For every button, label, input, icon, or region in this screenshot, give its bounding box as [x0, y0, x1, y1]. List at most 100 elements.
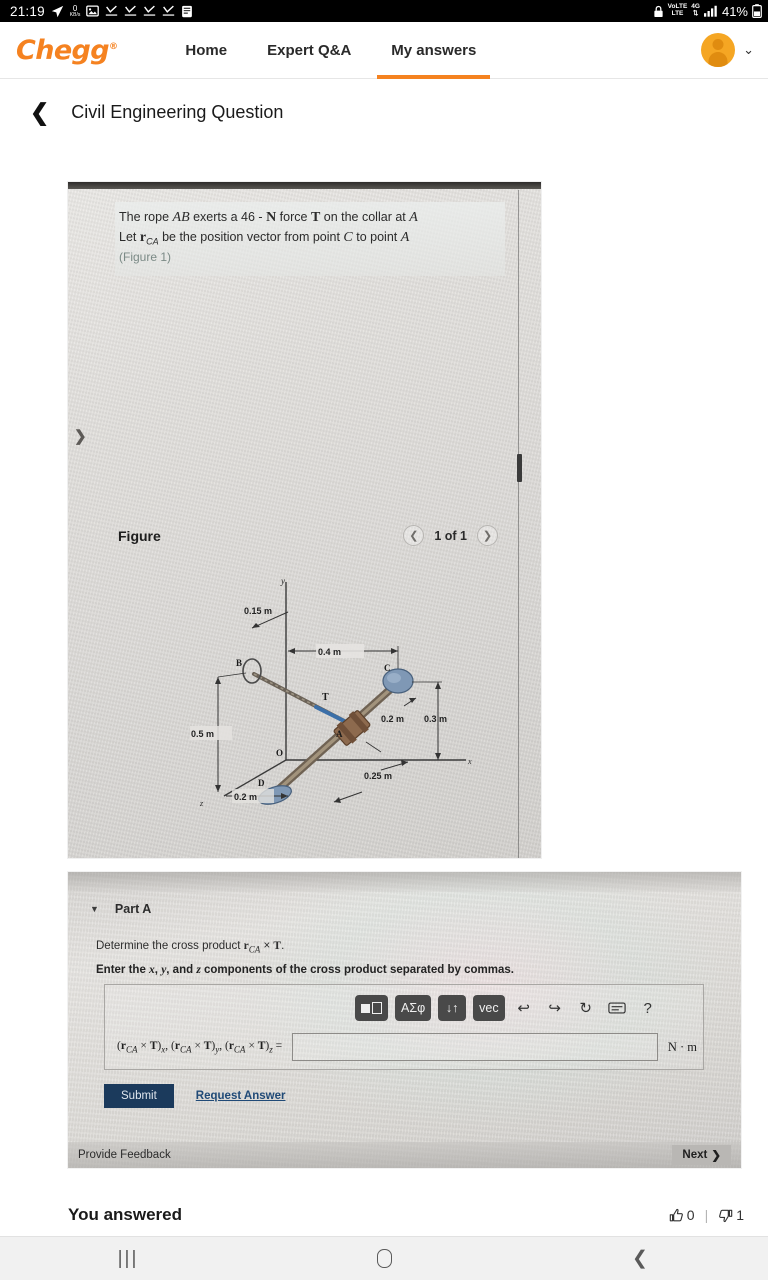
tab-my-answers[interactable]: My answers	[371, 22, 496, 79]
home-icon	[376, 1249, 392, 1268]
laptop-bezel	[68, 182, 541, 189]
thumbs-down-count: 1	[736, 1207, 744, 1223]
statement-n: N	[266, 210, 277, 225]
engineering-diagram: y x z 0.15 m 0.4 m T B C D A 0.5 m O 0.3…	[176, 574, 506, 824]
thumbs-up-count: 0	[686, 1207, 695, 1223]
brand-registered-mark: ®	[109, 41, 118, 52]
collapse-caret-icon[interactable]: ▼	[90, 904, 99, 914]
undo-icon[interactable]: ↩	[512, 996, 536, 1020]
thumbs-down-icon	[719, 1209, 733, 1222]
account-menu[interactable]: ⌄	[701, 33, 768, 67]
scrollbar-thumb[interactable]	[517, 454, 522, 482]
statement-text-f: to point	[352, 230, 401, 245]
svg-text:O: O	[276, 748, 283, 758]
avatar[interactable]	[701, 33, 736, 67]
submit-row: Submit Request Answer	[104, 1084, 285, 1108]
keyboard-icon[interactable]	[605, 996, 629, 1020]
svg-text:0.2 m: 0.2 m	[234, 792, 257, 802]
submit-button[interactable]: Submit	[104, 1084, 174, 1108]
determine-instruction: Determine the cross product rCA × T.	[96, 940, 284, 954]
figure-header-bar: Figure ❮ 1 of 1 ❯	[118, 525, 498, 546]
question-screenshot-photo: ❯ The rope AB exerts a 46 - N force T on…	[68, 182, 541, 858]
answer-input-field[interactable]	[292, 1033, 658, 1061]
chevron-down-icon[interactable]: ⌄	[743, 42, 754, 58]
part-a-header[interactable]: ▼ Part A	[90, 902, 151, 916]
part-a-label: Part A	[114, 902, 152, 916]
back-icon[interactable]: ❮	[30, 101, 49, 124]
svg-text:B: B	[236, 658, 242, 668]
provide-feedback-link[interactable]: Provide Feedback	[68, 1149, 171, 1161]
statement-text-c: force	[276, 210, 311, 224]
figure-label: Figure	[118, 527, 161, 544]
clock: 21:19	[10, 3, 45, 19]
statement-a-point-2: A	[400, 230, 410, 246]
chegg-logo[interactable]: Chegg®	[0, 35, 118, 66]
help-icon[interactable]: ?	[636, 996, 660, 1020]
image-icon	[86, 5, 100, 17]
figure-next-button[interactable]: ❯	[477, 525, 498, 546]
svg-text:0.4 m: 0.4 m	[318, 647, 341, 657]
thumbs-up-icon	[669, 1208, 683, 1221]
home-button[interactable]	[256, 1249, 512, 1268]
download-complete-icon	[143, 5, 156, 17]
download-complete-icon	[124, 5, 137, 17]
battery-percent-label: 41%	[721, 3, 748, 19]
page-title: Civil Engineering Question	[71, 102, 284, 122]
reset-icon[interactable]: ↻	[574, 996, 598, 1020]
statement-line-1: The rope AB exerts a 46 - N force T on t…	[119, 208, 501, 228]
vector-key[interactable]: vec	[473, 995, 505, 1021]
statement-text-b: exerts a 46 -	[189, 210, 267, 224]
answer-input-row: (rCA × T)x, (rCA × T)y, (rCA × T)z = N ·…	[117, 1033, 697, 1061]
status-right-cluster: VoLTE LTE 4G ⇅ 41%	[653, 3, 762, 19]
you-answered-row: You answered 0 | 1	[0, 1205, 768, 1225]
enter-post: components of the cross product separate…	[200, 964, 514, 976]
next-chevron-icon: ❯	[711, 1150, 721, 1162]
svg-text:0.15 m: 0.15 m	[244, 606, 272, 616]
expand-panel-chevron-icon[interactable]: ❯	[74, 427, 87, 445]
network-speed-icon: 0 KB/s	[69, 4, 81, 18]
greek-symbols-key[interactable]: ΑΣφ	[395, 995, 432, 1021]
request-answer-link[interactable]: Request Answer	[196, 1090, 286, 1102]
svg-text:x: x	[467, 757, 472, 766]
app-header: Chegg® Home Expert Q&A My answers ⌄	[0, 22, 768, 79]
figure-reference[interactable]: (Figure 1)	[119, 249, 501, 266]
main-nav-tabs: Home Expert Q&A My answers	[165, 22, 496, 79]
svg-text:A: A	[336, 729, 343, 739]
statement-line-2: Let rCA be the position vector from poin…	[119, 228, 501, 249]
statement-text-d: on the collar at	[320, 210, 410, 224]
statement-text-e: be the position vector from point	[158, 230, 344, 245]
network-speed-unit: KB/s	[69, 11, 81, 18]
tab-my-answers-label: My answers	[391, 41, 477, 59]
next-button[interactable]: Next ❯	[672, 1145, 731, 1165]
svg-text:T: T	[322, 692, 329, 703]
svg-text:0.25 m: 0.25 m	[364, 771, 392, 781]
back-icon-nav: ❮	[632, 1248, 648, 1269]
thumbs-down-vote[interactable]: 1	[718, 1207, 744, 1223]
back-button[interactable]: ❮	[512, 1247, 768, 1270]
math-template-key[interactable]	[355, 995, 388, 1021]
svg-text:0.3 m: 0.3 m	[424, 714, 447, 724]
signal-bars-icon	[703, 5, 718, 17]
determine-prefix: Determine the cross product	[96, 940, 244, 952]
recents-button[interactable]: |||	[0, 1248, 256, 1270]
svg-text:D: D	[258, 778, 265, 788]
statement-a-point: A	[409, 210, 418, 225]
statement-c-point: C	[343, 230, 353, 246]
scrollbar-track[interactable]	[518, 190, 519, 858]
tab-home[interactable]: Home	[165, 22, 247, 79]
tab-expert-qa[interactable]: Expert Q&A	[247, 22, 371, 79]
svg-text:C: C	[384, 663, 391, 673]
redo-icon[interactable]: ↪	[543, 996, 567, 1020]
svg-text:0.5 m: 0.5 m	[191, 729, 214, 739]
panel-top-band	[68, 872, 741, 892]
battery-icon	[752, 4, 762, 18]
sort-arrows-key[interactable]: ↓↑	[438, 995, 467, 1021]
determine-period: .	[281, 940, 285, 952]
thumbs-up-vote[interactable]: 0	[669, 1207, 695, 1223]
figure-prev-button[interactable]: ❮	[403, 525, 425, 546]
android-nav-bar: ||| ❮	[0, 1236, 768, 1280]
svg-text:0.2 m: 0.2 m	[381, 714, 404, 724]
figure-pager: ❮ 1 of 1 ❯	[403, 525, 498, 546]
statement-r-subscript: CA	[146, 236, 159, 247]
vote-cluster: 0 | 1	[669, 1207, 744, 1223]
